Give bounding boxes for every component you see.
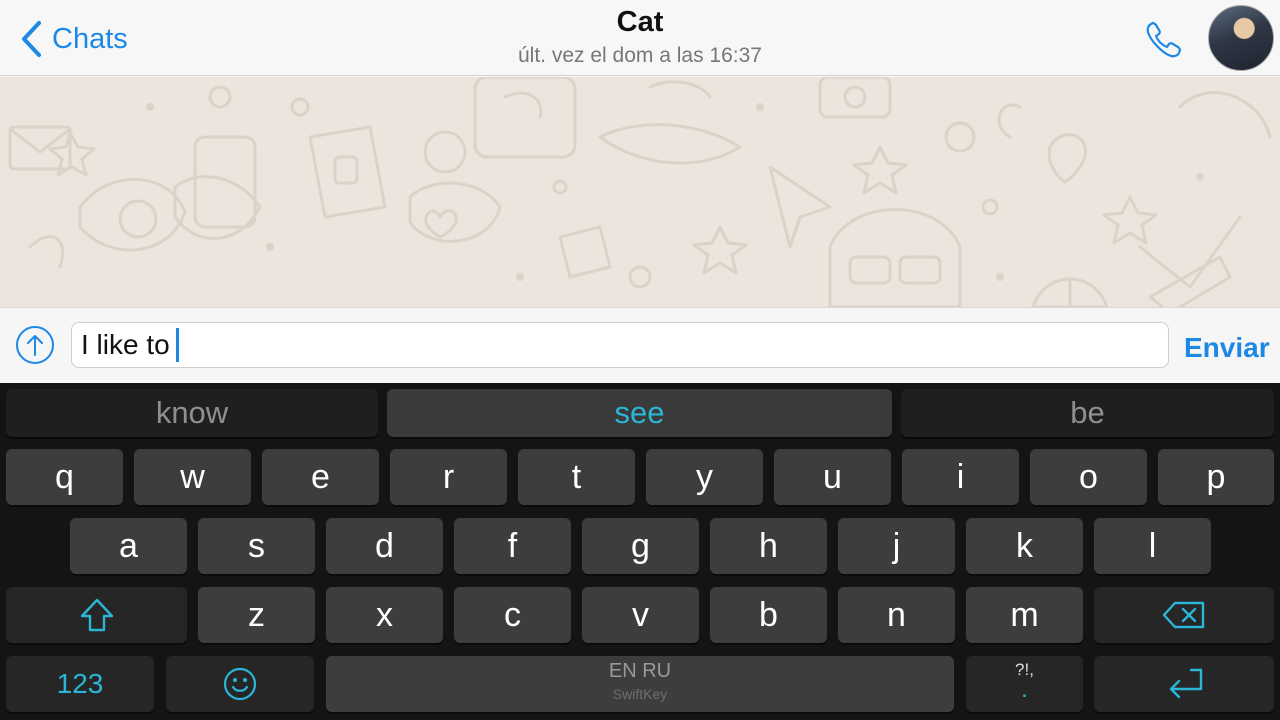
- period-label: .: [1021, 676, 1028, 703]
- key-s[interactable]: s: [198, 518, 315, 574]
- key-n[interactable]: n: [838, 587, 955, 643]
- key-f[interactable]: f: [454, 518, 571, 574]
- contact-name[interactable]: Cat: [0, 6, 1280, 39]
- text-cursor: [175, 328, 179, 362]
- suggestion-left[interactable]: know: [6, 389, 378, 437]
- key-l[interactable]: l: [1094, 518, 1211, 574]
- space-language-label: EN RU: [608, 660, 672, 682]
- numbers-key[interactable]: 123: [6, 656, 154, 712]
- key-j[interactable]: j: [838, 518, 955, 574]
- share-button[interactable]: [15, 325, 55, 365]
- return-arrow-icon: [1169, 668, 1203, 699]
- chat-header: Chats Cat últ. vez el dom a las 16:37: [0, 0, 1280, 76]
- key-t[interactable]: t: [518, 449, 635, 505]
- key-q[interactable]: q: [6, 449, 123, 505]
- phone-icon: [1146, 21, 1182, 58]
- suggestion-right[interactable]: be: [901, 389, 1274, 437]
- key-x[interactable]: x: [326, 587, 443, 643]
- chat-wallpaper: [0, 77, 1280, 307]
- key-h[interactable]: h: [710, 518, 827, 574]
- key-d[interactable]: d: [326, 518, 443, 574]
- key-z[interactable]: z: [198, 587, 315, 643]
- key-m[interactable]: m: [966, 587, 1083, 643]
- key-g[interactable]: g: [582, 518, 699, 574]
- key-i[interactable]: i: [902, 449, 1019, 505]
- message-input-text: I like to: [81, 329, 170, 360]
- swiftkey-keyboard: know see be q w e r t y u i o p a s d f …: [0, 383, 1280, 720]
- key-r[interactable]: r: [390, 449, 507, 505]
- backspace-icon: [1162, 601, 1205, 629]
- key-u[interactable]: u: [774, 449, 891, 505]
- message-composer: I like to Enviar: [0, 307, 1280, 383]
- emoji-key[interactable]: [166, 656, 314, 712]
- key-w[interactable]: w: [134, 449, 251, 505]
- punctuation-key[interactable]: ?!, .: [966, 656, 1083, 712]
- last-seen-status: últ. vez el dom a las 16:37: [518, 44, 762, 67]
- shift-key[interactable]: [6, 587, 187, 643]
- message-input[interactable]: I like to: [71, 322, 1169, 368]
- backspace-key[interactable]: [1094, 587, 1274, 643]
- call-button[interactable]: [1142, 18, 1186, 62]
- space-key[interactable]: EN RU SwiftKey: [326, 656, 954, 712]
- upload-arrow-icon: [16, 326, 54, 364]
- shift-arrow-icon: [80, 598, 113, 632]
- emoji-smiley-icon: [223, 667, 257, 701]
- key-v[interactable]: v: [582, 587, 699, 643]
- key-c[interactable]: c: [454, 587, 571, 643]
- key-p[interactable]: p: [1158, 449, 1274, 505]
- send-button[interactable]: Enviar: [1184, 332, 1270, 364]
- key-a[interactable]: a: [70, 518, 187, 574]
- swiftkey-brand: SwiftKey: [612, 686, 668, 702]
- key-e[interactable]: e: [262, 449, 379, 505]
- key-k[interactable]: k: [966, 518, 1083, 574]
- key-o[interactable]: o: [1030, 449, 1147, 505]
- return-key[interactable]: [1094, 656, 1274, 712]
- suggestion-center[interactable]: see: [387, 389, 892, 437]
- key-b[interactable]: b: [710, 587, 827, 643]
- contact-avatar[interactable]: [1208, 5, 1274, 71]
- key-y[interactable]: y: [646, 449, 763, 505]
- wallpaper-doodles: [8, 77, 1272, 307]
